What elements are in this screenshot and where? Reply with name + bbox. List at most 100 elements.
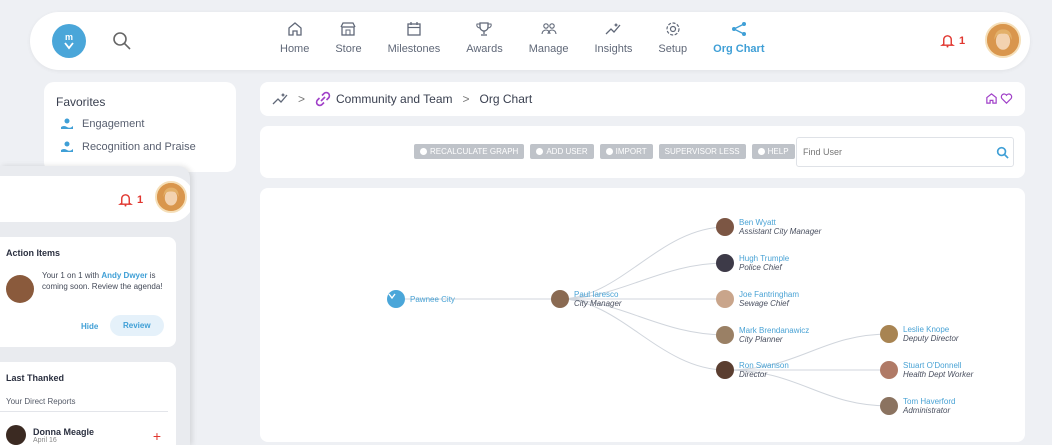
hide-button[interactable]: Hide xyxy=(81,322,98,331)
home-icon[interactable] xyxy=(985,92,998,105)
supervisor-less-label: SUPERVISOR LESS xyxy=(664,147,740,156)
avatar xyxy=(6,425,26,445)
nav-home-label: Home xyxy=(280,43,310,55)
favorite-recognition-and-praise[interactable]: Recognition and Praise xyxy=(56,140,224,154)
user-avatar[interactable] xyxy=(985,22,1021,58)
help-button[interactable]: HELP xyxy=(751,144,795,159)
nav-awards-label: Awards xyxy=(466,43,503,55)
avatar xyxy=(716,361,734,379)
org-link xyxy=(559,298,727,371)
last-thanked-card: Last Thanked Your Direct Reports Donna M… xyxy=(0,362,176,445)
org-node-name: Tom Haverford xyxy=(903,397,956,406)
side-panel-header: 1 xyxy=(0,176,190,222)
breadcrumb: > Community and Team > Org Chart xyxy=(260,82,1025,116)
plus-icon xyxy=(536,148,544,155)
import-button[interactable]: IMPORT xyxy=(599,144,653,159)
org-node-root[interactable]: Pawnee City xyxy=(387,290,455,308)
link-icon xyxy=(315,91,331,107)
breadcrumb-section[interactable]: Community and Team xyxy=(336,92,453,106)
org-node-title: City Manager xyxy=(574,299,622,308)
org-node[interactable]: Paul Iaresco City Manager xyxy=(551,290,622,308)
find-user-input[interactable] xyxy=(796,137,1014,167)
import-label: IMPORT xyxy=(615,147,647,156)
search-icon[interactable] xyxy=(112,31,132,51)
nav-awards[interactable]: Awards xyxy=(466,20,503,64)
report-date: April 16 xyxy=(33,436,57,444)
org-node-name: Stuart O'Donnell xyxy=(903,361,962,370)
share-icon xyxy=(731,22,746,36)
notification-count: 1 xyxy=(137,193,144,206)
supervisor-less-button[interactable]: SUPERVISOR LESS xyxy=(658,144,746,159)
recalculate-graph-label: RECALCULATE GRAPH xyxy=(430,147,519,156)
app-logo-icon xyxy=(387,290,405,308)
avatar xyxy=(880,397,898,415)
nav-home[interactable]: Home xyxy=(280,20,309,64)
nav-setup[interactable]: Setup xyxy=(658,20,687,64)
org-node[interactable]: Leslie Knope Deputy Director xyxy=(880,325,959,343)
nav-manage-label: Manage xyxy=(528,43,569,55)
org-node-name: Ron Swanson xyxy=(739,361,789,370)
recalculate-graph-button[interactable]: RECALCULATE GRAPH xyxy=(414,144,525,159)
org-node-name: Paul Iaresco xyxy=(574,290,619,299)
people-icon xyxy=(541,23,557,35)
nav-insights[interactable]: Insights xyxy=(594,20,632,64)
org-node[interactable]: Stuart O'Donnell Health Dept Worker xyxy=(880,361,973,379)
list-item[interactable]: Donna Meagle April 16 xyxy=(6,425,166,445)
review-button[interactable]: Review xyxy=(110,315,164,336)
user-avatar[interactable] xyxy=(155,181,187,213)
search-icon[interactable] xyxy=(996,146,1009,159)
user-avatar-image xyxy=(987,24,1019,56)
action-items-card: Action Items Your 1 on 1 with Andy Dwyer… xyxy=(0,237,176,347)
nav-org-chart[interactable]: Org Chart xyxy=(713,20,764,64)
org-node-name: Leslie Knope xyxy=(903,325,950,334)
refresh-icon xyxy=(420,148,427,155)
logo-icon: m xyxy=(64,32,74,50)
org-node-title: Director xyxy=(739,370,768,379)
favorites-title: Favorites xyxy=(56,95,106,109)
org-node[interactable]: Joe Fantringham Sewage Chief xyxy=(716,290,799,308)
org-node-name: Hugh Trumple xyxy=(739,254,790,263)
favorite-engagement[interactable]: Engagement xyxy=(56,117,224,131)
home-icon xyxy=(288,22,302,36)
main-nav: Home Store Milestones Awards Manage Insi… xyxy=(280,20,790,64)
breadcrumb-page: Org Chart xyxy=(479,92,533,106)
insights-icon[interactable] xyxy=(272,91,288,107)
nav-insights-label: Insights xyxy=(594,43,633,55)
avatar xyxy=(716,326,734,344)
org-node[interactable]: Ron Swanson Director xyxy=(716,361,789,379)
action-text-before: Your 1 on 1 with xyxy=(42,271,102,280)
org-node-name: Mark Brendanawicz xyxy=(739,326,810,335)
nav-milestones[interactable]: Milestones xyxy=(388,20,440,64)
org-node-name: Ben Wyatt xyxy=(739,218,776,227)
favorite-label: Recognition and Praise xyxy=(82,141,196,153)
bell-icon xyxy=(118,194,133,207)
thank-plus-button[interactable]: + xyxy=(153,428,161,444)
avatar xyxy=(551,290,569,308)
add-user-button[interactable]: ADD USER xyxy=(530,144,594,159)
add-user-label: ADD USER xyxy=(546,147,588,156)
notifications-button[interactable]: 1 xyxy=(118,192,143,207)
org-node[interactable]: Tom Haverford Administrator xyxy=(880,397,955,415)
org-chart-canvas[interactable]: Pawnee City Paul Iaresco City Manager Ben… xyxy=(260,188,1025,442)
heart-icon[interactable] xyxy=(1000,92,1013,105)
org-node[interactable]: Ben Wyatt Assistant City Manager xyxy=(716,218,821,236)
notification-count: 1 xyxy=(959,34,966,47)
favorite-label: Engagement xyxy=(82,118,145,130)
avatar xyxy=(880,361,898,379)
hand-heart-icon xyxy=(61,118,73,129)
org-node-title: City Planner xyxy=(739,335,783,344)
org-chart-toolbar: RECALCULATE GRAPH ADD USER IMPORT SUPERV… xyxy=(260,126,1025,178)
app-logo[interactable]: m xyxy=(52,24,86,58)
avatar xyxy=(716,290,734,308)
trophy-icon xyxy=(476,22,493,36)
action-person-link[interactable]: Andy Dwyer xyxy=(101,271,147,280)
org-node-title: Sewage Chief xyxy=(739,299,789,308)
org-node[interactable]: Hugh Trumple Police Chief xyxy=(716,254,789,272)
nav-store[interactable]: Store xyxy=(335,20,362,64)
notifications-button[interactable]: 1 xyxy=(940,33,965,48)
avatar xyxy=(6,275,34,303)
nav-manage[interactable]: Manage xyxy=(528,20,569,64)
avatar xyxy=(716,218,734,236)
org-node[interactable]: Mark Brendanawicz City Planner xyxy=(716,326,809,344)
breadcrumb-separator: > xyxy=(462,92,470,106)
